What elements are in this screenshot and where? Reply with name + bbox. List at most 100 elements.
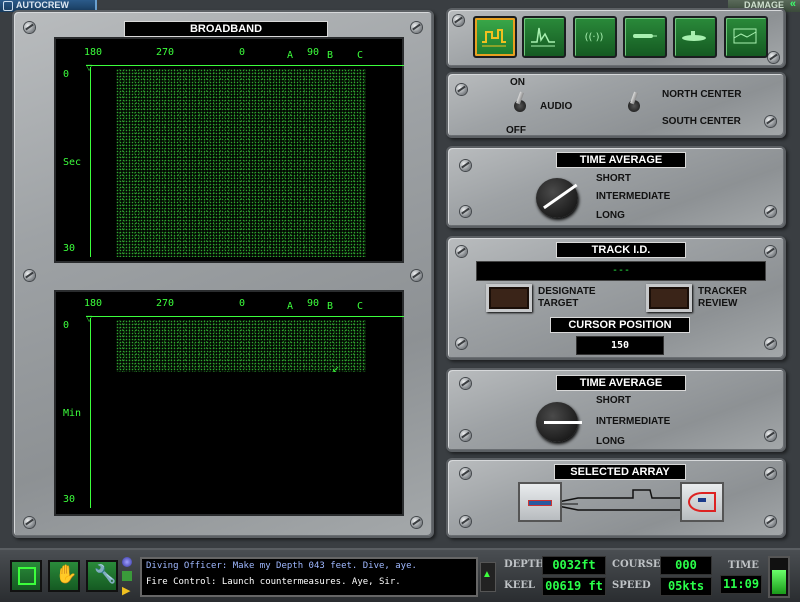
screw-icon	[411, 517, 422, 528]
station-select-button[interactable]	[10, 560, 42, 592]
screw-icon	[460, 160, 471, 171]
screw-icon	[765, 116, 776, 127]
message-up-icon[interactable]	[122, 557, 132, 567]
weapons-station-button[interactable]	[623, 16, 667, 58]
message-stop-icon[interactable]	[122, 571, 132, 581]
contact-trace-icon: ↙	[332, 364, 340, 374]
keel-label: KEEL	[504, 580, 535, 591]
slider-fill	[772, 570, 786, 594]
bearing-label-90: 90	[307, 47, 320, 58]
designate-target-button[interactable]	[486, 284, 532, 312]
chevron-left-icon: «	[789, 0, 796, 10]
crew-hail-button[interactable]: ✋	[48, 560, 80, 592]
screw-icon	[765, 516, 776, 527]
time-average-knob[interactable]	[536, 178, 578, 218]
bearing-label-a: A	[287, 50, 294, 61]
broadband-scope-top[interactable]: 180 270 0 A 90 B C ▽ 0 Sec 30	[54, 37, 404, 263]
bearing-label-90: 90	[307, 298, 320, 309]
array-center-toggle-switch[interactable]	[626, 91, 642, 116]
audio-on-label: ON	[510, 77, 525, 88]
bearing-label-270: 270	[156, 47, 175, 58]
time-average-title: TIME AVERAGE	[556, 152, 686, 168]
submarine-icon	[682, 31, 706, 41]
broadband-scope-bottom[interactable]: 180 270 0 A 90 B C ▽ 0 Min 30 ↙	[54, 290, 404, 516]
autocrew-label: AUTOCREW	[16, 0, 69, 10]
message-play-icon[interactable]: ▶	[122, 584, 130, 597]
time-average-option-long[interactable]: LONG	[596, 210, 625, 221]
screw-icon	[24, 517, 35, 528]
time-unit-label: Sec	[63, 157, 82, 168]
speed-readout[interactable]: 05kts	[660, 577, 712, 596]
screw-icon	[460, 430, 471, 441]
north-center-label: NORTH CENTER	[662, 89, 742, 100]
audio-label: AUDIO	[540, 101, 573, 112]
screw-icon	[460, 206, 471, 217]
bearing-label-270: 270	[156, 298, 175, 309]
time-average-option-intermediate[interactable]: INTERMEDIATE	[596, 191, 670, 202]
screw-icon	[453, 15, 464, 26]
track-id-title: TRACK I.D.	[556, 242, 686, 258]
screw-icon	[765, 206, 776, 217]
time-average-knob[interactable]	[536, 402, 582, 442]
screw-icon	[24, 270, 35, 281]
triangle-up-icon: ▲	[482, 569, 492, 580]
bearing-label-a: A	[287, 301, 294, 312]
broadband-waterfall-bottom	[116, 320, 366, 372]
periscope-station-button[interactable]	[673, 16, 717, 58]
time-average-option-intermediate[interactable]: INTERMEDIATE	[596, 416, 670, 427]
time-label: TIME	[728, 560, 759, 571]
message-scroll-button[interactable]: ▲	[480, 562, 496, 592]
narrowband-station-button[interactable]	[522, 16, 566, 58]
bearing-axis-line	[86, 65, 404, 66]
bow-array-button[interactable]	[680, 482, 724, 522]
screw-icon	[765, 430, 776, 441]
time-average-panel-top: TIME AVERAGE SHORT INTERMEDIATE LONG	[446, 146, 786, 228]
time-readout: 11:09	[720, 575, 762, 594]
screw-icon	[456, 246, 467, 257]
time-unit-label: Min	[63, 408, 82, 419]
cursor-marker-icon: ▽	[86, 63, 93, 72]
bearing-label-b: B	[327, 50, 334, 61]
audio-toggle-switch[interactable]	[512, 91, 528, 116]
tactical-station-button[interactable]	[724, 16, 768, 58]
screw-icon	[456, 84, 467, 95]
depth-readout[interactable]: 0032ft	[542, 556, 606, 575]
south-center-label: SOUTH CENTER	[662, 116, 741, 127]
broadband-icon	[482, 29, 506, 47]
message-line: Fire Control: Launch countermeasures. Ay…	[146, 577, 401, 587]
course-readout[interactable]: 000	[660, 556, 712, 575]
message-controls: ▶	[121, 557, 135, 597]
screw-icon	[460, 516, 471, 527]
time-average-option-long[interactable]: LONG	[596, 436, 625, 447]
broadband-title: BROADBAND	[124, 21, 328, 37]
screw-icon	[411, 270, 422, 281]
time-label-top: 0	[63, 320, 70, 331]
active-sonar-icon: ((·))	[585, 32, 604, 43]
broadband-station-button[interactable]	[473, 16, 517, 58]
screw-icon	[765, 468, 776, 479]
screw-icon	[456, 338, 467, 349]
time-label-bottom: 30	[63, 494, 76, 505]
autocrew-icon	[3, 1, 13, 11]
message-line: Diving Officer: Make my Depth 043 feet. …	[146, 561, 417, 571]
time-average-title: TIME AVERAGE	[556, 375, 686, 391]
windows-icon	[18, 567, 36, 585]
time-compression-slider[interactable]	[768, 556, 790, 598]
speed-label: SPEED	[612, 580, 651, 591]
towed-array-button[interactable]	[518, 482, 562, 522]
time-axis-line	[90, 318, 91, 508]
broadband-waterfall-top	[116, 69, 366, 257]
time-average-option-short[interactable]: SHORT	[596, 395, 631, 406]
bearing-label-0: 0	[239, 298, 246, 309]
tracker-review-button[interactable]	[646, 284, 692, 312]
tactical-map-icon	[733, 28, 757, 44]
torpedo-icon	[633, 34, 657, 38]
time-average-option-short[interactable]: SHORT	[596, 173, 631, 184]
cursor-position-value: 150	[576, 336, 664, 355]
screw-icon	[765, 338, 776, 349]
bearing-label-c: C	[357, 50, 364, 61]
active-sonar-station-button[interactable]: ((·))	[573, 16, 617, 58]
message-log[interactable]: Diving Officer: Make my Depth 043 feet. …	[140, 557, 478, 597]
wrench-icon: 🔧	[94, 564, 117, 584]
settings-button[interactable]: 🔧	[86, 560, 118, 592]
